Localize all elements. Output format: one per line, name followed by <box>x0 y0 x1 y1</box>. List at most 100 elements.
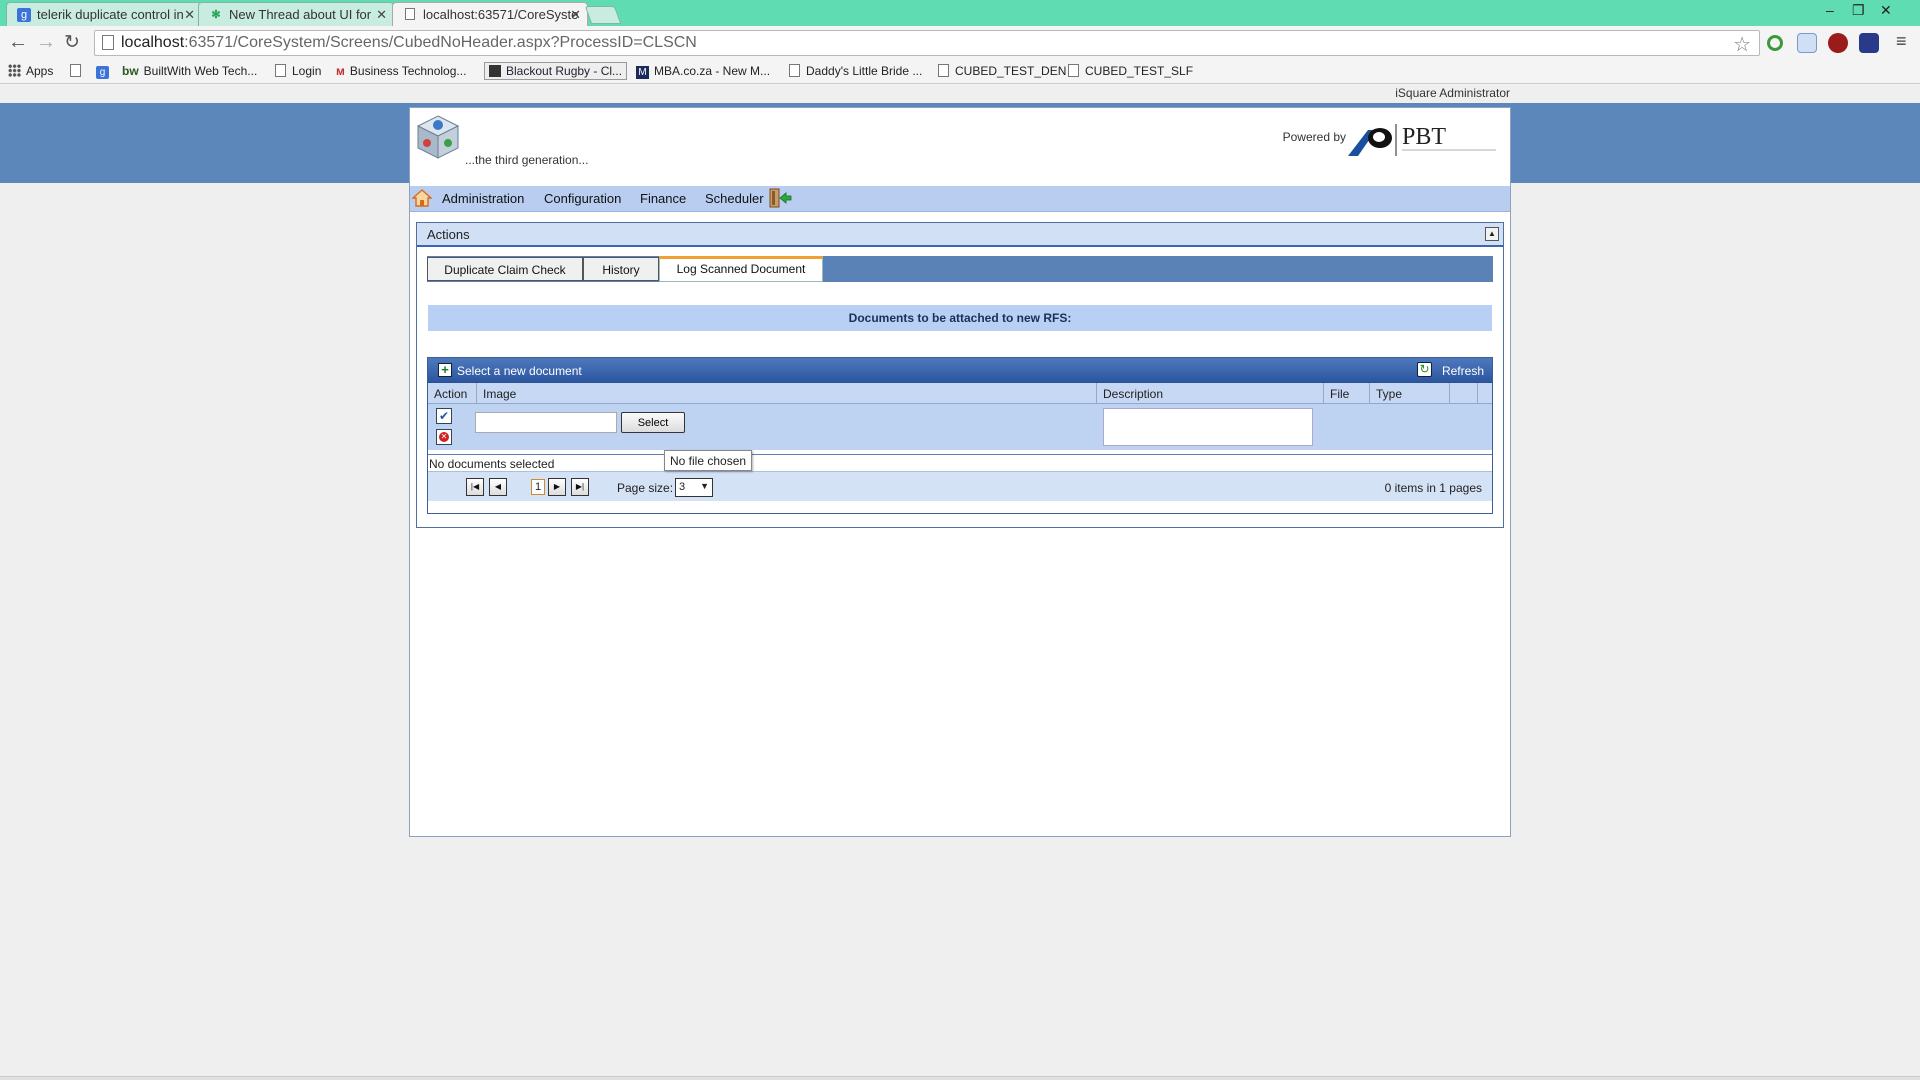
select-new-document-button[interactable]: Select a new document <box>457 364 582 378</box>
bookmark-blackout-rugby[interactable]: Blackout Rugby - Cl... <box>484 62 628 80</box>
browser-toolbar: ← → ↻ localhost:63571/CoreSystem/Screens… <box>0 26 1920 60</box>
close-tab-icon[interactable]: ✕ <box>570 7 581 23</box>
first-page-icon[interactable]: |◀ <box>466 478 484 496</box>
rugby-icon <box>489 65 501 77</box>
grid-header: Action Image Description File Type <box>428 382 1492 404</box>
tagline: ...the third generation... <box>465 153 589 167</box>
tab-title: localhost:63571/CoreSyste <box>423 7 579 22</box>
close-window-icon[interactable]: ✕ <box>1880 2 1892 19</box>
refresh-button[interactable]: Refresh <box>1442 364 1484 378</box>
powered-by-label: Powered by <box>1282 130 1346 144</box>
url-path: :63571/CoreSystem/Screens/CubedNoHeader.… <box>184 34 697 51</box>
column-header-action[interactable]: Action <box>428 383 477 404</box>
grid-pager: |◀ ◀ 1 ▶ ▶| Page size: 3 ▼ 0 items in 1 p… <box>428 471 1492 501</box>
menu-scheduler[interactable]: Scheduler <box>705 191 764 206</box>
current-user: iSquare Administrator <box>1395 86 1510 100</box>
menu-icon[interactable]: ≡ <box>1896 31 1907 52</box>
column-header-type[interactable]: Type <box>1370 383 1450 404</box>
pbt-logo: PBT <box>1348 124 1496 156</box>
next-page-icon[interactable]: ▶ <box>548 478 566 496</box>
tab-log-scanned-document[interactable]: Log Scanned Document <box>659 256 823 282</box>
column-header-image[interactable]: Image <box>477 383 1097 404</box>
bookmark-cubed-test-slf[interactable]: CUBED_TEST_SLF <box>1068 64 1193 78</box>
browser-status-bar <box>0 1076 1920 1080</box>
page-number-button[interactable]: 1 <box>531 479 545 495</box>
restore-icon[interactable]: ❐ <box>1852 2 1865 19</box>
exit-icon[interactable] <box>768 187 792 209</box>
bookmarks-bar: Apps g bw BuiltWith Web Tech... Login ᴍ Bu… <box>0 60 1920 84</box>
delete-icon[interactable]: ✕ <box>436 429 452 445</box>
column-header-description[interactable]: Description <box>1097 383 1324 404</box>
reload-icon[interactable]: ↻ <box>64 31 80 54</box>
forward-icon[interactable]: → <box>36 31 56 54</box>
bookmark-google[interactable]: g <box>96 64 109 79</box>
last-page-icon[interactable]: ▶| <box>571 478 589 496</box>
bookmark-business[interactable]: ᴍ Business Technolog... <box>336 64 466 78</box>
bookmark-builtwith[interactable]: bw BuiltWith Web Tech... <box>122 64 257 78</box>
refresh-icon[interactable]: ↻ <box>1417 362 1432 377</box>
select-file-button[interactable]: Select <box>621 412 685 433</box>
column-header-spacer <box>1450 383 1478 404</box>
new-tab-button[interactable] <box>584 6 622 24</box>
page-size-value: 3 <box>679 481 686 493</box>
tab-history[interactable]: History <box>583 257 659 281</box>
extension-chart-icon[interactable] <box>1859 33 1879 53</box>
browser-tab-3[interactable]: localhost:63571/CoreSyste ✕ <box>392 2 588 27</box>
close-tab-icon[interactable]: ✕ <box>184 7 195 23</box>
app-frame: ...the third generation... Powered by PB… <box>409 107 1511 837</box>
apps-icon <box>8 64 21 77</box>
tab-strip: Duplicate Claim Check History Log Scanne… <box>427 256 1493 282</box>
page-icon <box>102 35 114 50</box>
collapse-icon[interactable]: ▲ <box>1485 227 1499 241</box>
address-bar[interactable]: localhost:63571/CoreSystem/Screens/Cubed… <box>94 30 1760 56</box>
file-tooltip: No file chosen <box>664 450 753 471</box>
extension-circle-icon[interactable] <box>1828 33 1848 53</box>
menu-configuration[interactable]: Configuration <box>544 191 621 206</box>
business-icon: ᴍ <box>336 64 345 78</box>
column-header-file[interactable]: File <box>1324 383 1370 404</box>
menu-finance[interactable]: Finance <box>640 191 686 206</box>
table-row: ✔ ✕ Select <box>428 404 1492 450</box>
page-icon <box>789 64 800 77</box>
prev-page-icon[interactable]: ◀ <box>489 478 507 496</box>
extension-window-icon[interactable] <box>1797 33 1817 53</box>
extension-timer-icon[interactable] <box>1767 35 1783 51</box>
documents-grid: + Select a new document ↻ Refresh Action… <box>427 357 1493 514</box>
page-favicon-icon <box>403 8 417 22</box>
image-file-input[interactable] <box>475 412 617 433</box>
bookmark-mba[interactable]: M MBA.co.za - New M... <box>636 64 770 79</box>
grid-command-bar: + Select a new document ↻ Refresh <box>428 358 1492 382</box>
page-icon <box>1068 64 1079 77</box>
tab-title: telerik duplicate control in <box>37 7 184 22</box>
bookmark-apps[interactable]: Apps <box>8 64 53 78</box>
page-size-select[interactable]: 3 ▼ <box>675 478 713 497</box>
browser-tab-1[interactable]: g telerik duplicate control in ✕ <box>6 2 202 26</box>
check-icon[interactable]: ✔ <box>436 408 452 424</box>
tab-title: New Thread about UI for <box>229 7 372 22</box>
page-icon <box>70 64 81 77</box>
browser-tab-2[interactable]: ✻ New Thread about UI for ✕ <box>198 2 394 26</box>
minimize-icon[interactable]: – <box>1826 2 1834 18</box>
bookmark-blank[interactable] <box>70 64 87 78</box>
url-host: localhost <box>121 34 185 51</box>
page-icon <box>275 64 286 77</box>
mba-icon: M <box>636 66 649 79</box>
home-icon[interactable] <box>412 188 432 208</box>
chevron-down-icon: ▼ <box>700 481 709 491</box>
bookmark-login[interactable]: Login <box>275 64 321 78</box>
close-tab-icon[interactable]: ✕ <box>376 7 387 23</box>
star-icon[interactable]: ☆ <box>1733 32 1751 57</box>
pbt-logo-text: PBT <box>1402 124 1446 150</box>
tab-duplicate-claim-check[interactable]: Duplicate Claim Check <box>427 257 583 281</box>
google-icon: g <box>96 66 109 79</box>
builtwith-icon: bw <box>122 64 139 78</box>
back-icon[interactable]: ← <box>8 31 28 54</box>
plus-icon[interactable]: + <box>438 363 452 377</box>
menu-administration[interactable]: Administration <box>442 191 524 206</box>
pager-info: 0 items in 1 pages <box>1384 481 1482 495</box>
bookmark-daddys[interactable]: Daddy's Little Bride ... <box>789 64 922 78</box>
page-icon <box>938 64 949 77</box>
description-field[interactable] <box>1103 408 1313 446</box>
page-size-label: Page size: <box>617 481 674 495</box>
bookmark-cubed-test-den[interactable]: CUBED_TEST_DEN <box>938 64 1066 78</box>
